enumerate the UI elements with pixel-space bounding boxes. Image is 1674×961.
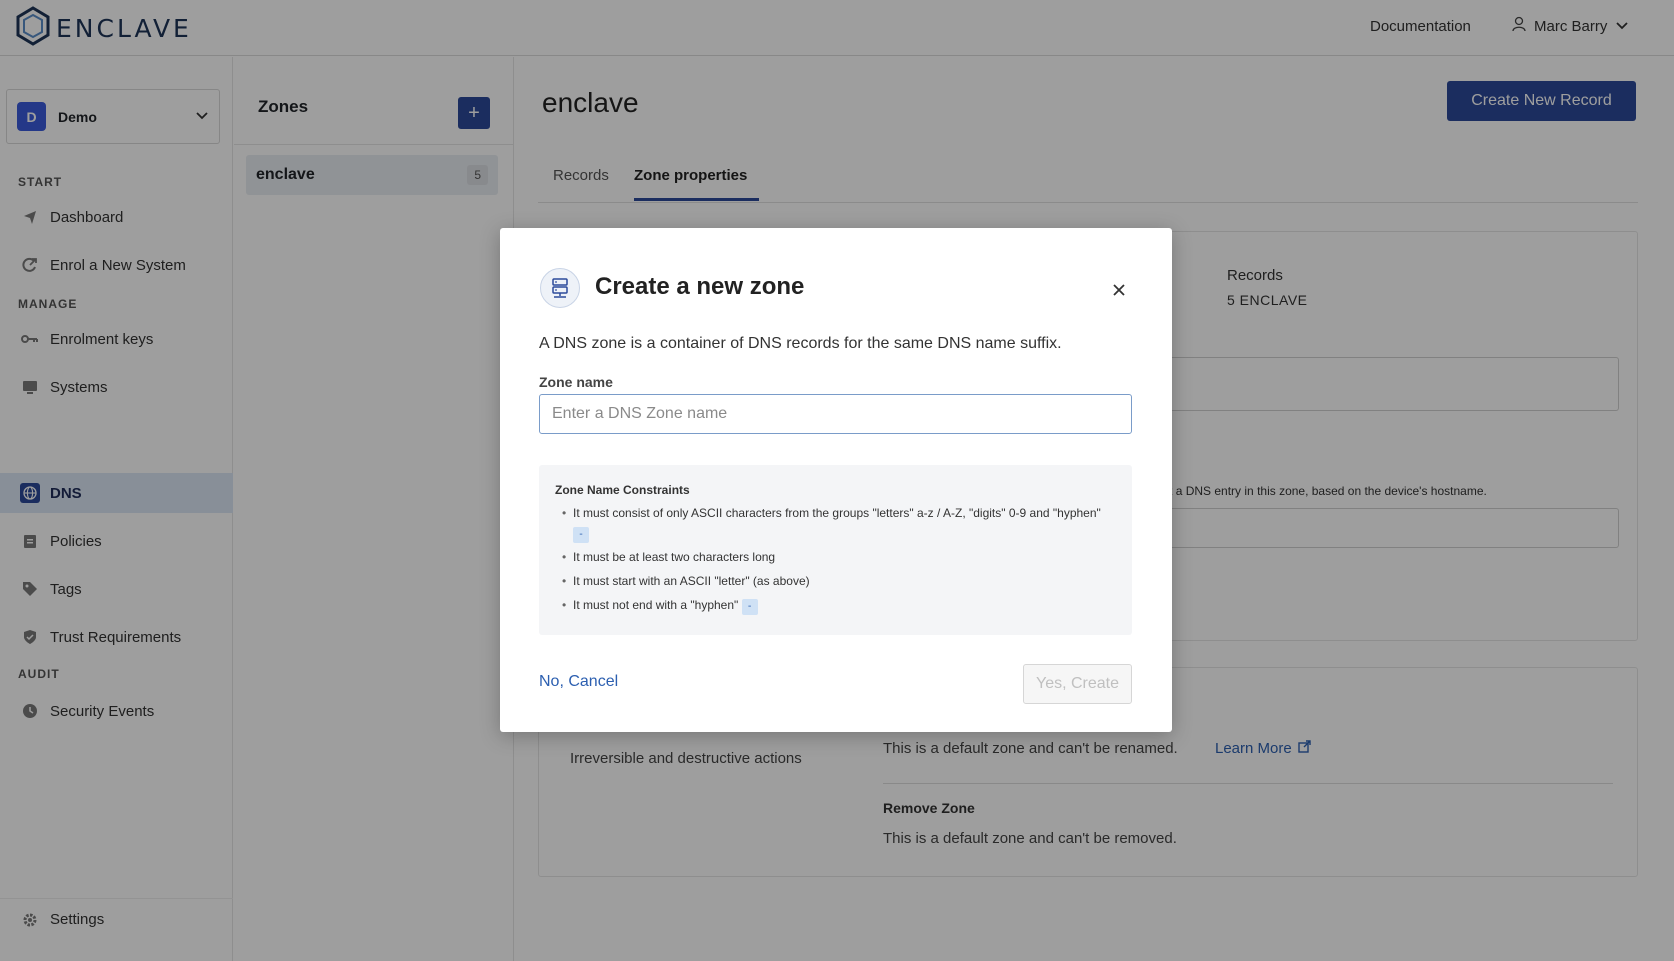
constraint-text: It must start with an ASCII "letter" (as… [573, 574, 810, 588]
modal-description: A DNS zone is a container of DNS records… [539, 335, 1062, 352]
constraint-item: It must be at least two characters long [555, 547, 1116, 567]
cancel-button[interactable]: No, Cancel [539, 673, 618, 691]
zone-name-constraints: Zone Name Constraints It must consist of… [539, 465, 1132, 635]
constraint-item: It must consist of only ASCII characters… [555, 503, 1116, 543]
server-icon [540, 268, 580, 308]
zone-name-input[interactable] [539, 394, 1132, 434]
create-zone-modal: Create a new zone A DNS zone is a contai… [500, 228, 1172, 732]
zone-name-label: Zone name [539, 374, 613, 390]
constraint-text: It must consist of only ASCII characters… [573, 506, 1101, 520]
constraint-text: It must be at least two characters long [573, 550, 776, 564]
constraints-list: It must consist of only ASCII characters… [555, 503, 1116, 615]
constraint-text: It must not end with a "hyphen" [573, 598, 739, 612]
constraint-item: It must start with an ASCII "letter" (as… [555, 571, 1116, 591]
close-icon[interactable] [1103, 274, 1135, 306]
constraints-title: Zone Name Constraints [555, 483, 690, 497]
hyphen-code: - [741, 599, 758, 615]
modal-title: Create a new zone [595, 273, 805, 300]
create-zone-button[interactable]: Yes, Create [1023, 664, 1132, 704]
constraint-item: It must not end with a "hyphen" - [555, 595, 1116, 615]
hyphen-code: - [573, 527, 590, 543]
